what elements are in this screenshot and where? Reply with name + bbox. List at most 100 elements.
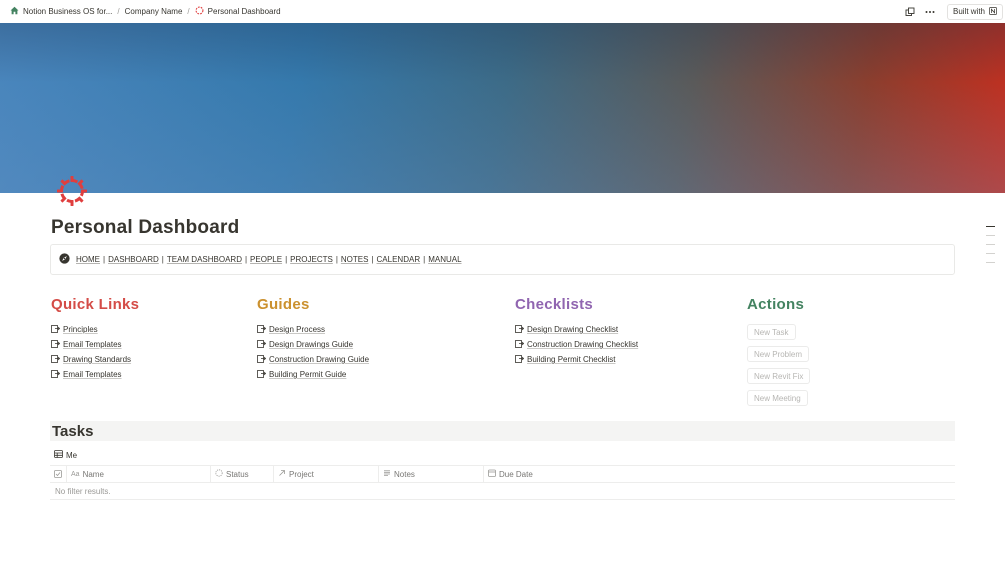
page-link-icon <box>257 324 267 335</box>
toc-line[interactable] <box>986 262 995 263</box>
page-link-icon <box>51 339 61 350</box>
checklist-link-construction-drawing[interactable]: Construction Drawing Checklist <box>515 337 638 352</box>
actions-section: Actions New Task New Problem New Revit F… <box>747 296 811 410</box>
link-label: Design Drawings Guide <box>269 340 354 349</box>
breadcrumb-item-workspace[interactable]: Notion Business OS for... <box>10 6 112 17</box>
home-icon <box>10 6 19 17</box>
breadcrumb-item-current[interactable]: Personal Dashboard <box>195 6 281 17</box>
breadcrumb-item-company[interactable]: Company Name <box>125 7 183 16</box>
column-header-due-date[interactable]: Due Date <box>484 466 594 482</box>
tasks-heading: Tasks <box>52 423 94 440</box>
nav-separator: | <box>161 255 164 264</box>
empty-results-text: No filter results. <box>55 487 111 496</box>
page-link-icon <box>515 339 525 350</box>
guide-link-design-process[interactable]: Design Process <box>257 322 369 337</box>
duplicate-icon[interactable] <box>902 4 918 20</box>
compass-icon <box>59 251 70 269</box>
nav-separator: | <box>285 255 288 264</box>
column-label: Name <box>82 469 104 479</box>
nav-link-team-dashboard[interactable]: TEAM DASHBOARD <box>167 255 242 264</box>
link-label: Building Permit Checklist <box>527 355 616 364</box>
link-label: Construction Drawing Guide <box>269 355 370 364</box>
toc-line[interactable] <box>986 235 995 236</box>
column-label: Notes <box>394 469 415 479</box>
column-header-name[interactable]: Aa Name <box>67 466 211 482</box>
status-property-icon <box>215 469 223 479</box>
page-link-icon <box>51 369 61 380</box>
link-label: Drawing Standards <box>63 355 132 364</box>
loading-icon <box>56 175 88 207</box>
table-view-icon <box>54 450 63 460</box>
loading-icon <box>195 6 204 17</box>
toc-line[interactable] <box>986 253 995 254</box>
link-label: Design Process <box>269 325 326 334</box>
nav-link-calendar[interactable]: CALENDAR <box>377 255 421 264</box>
quick-link-email-templates[interactable]: Email Templates <box>51 337 139 352</box>
nav-link-people[interactable]: PEOPLE <box>250 255 282 264</box>
quick-link-drawing-standards[interactable]: Drawing Standards <box>51 352 139 367</box>
cover-image <box>0 23 1005 193</box>
guide-link-construction-drawing[interactable]: Construction Drawing Guide <box>257 352 369 367</box>
nav-separator: | <box>335 255 338 264</box>
text-property-icon: Aa <box>71 470 80 478</box>
quick-links-heading: Quick Links <box>51 296 140 313</box>
new-meeting-button[interactable]: New Meeting <box>747 390 808 406</box>
new-revit-fix-button[interactable]: New Revit Fix <box>747 368 811 384</box>
more-icon[interactable] <box>922 4 938 20</box>
page-link-icon <box>257 354 267 365</box>
select-all-checkbox[interactable] <box>50 466 67 482</box>
toc-line[interactable] <box>986 244 995 245</box>
checklists-heading: Checklists <box>515 296 594 313</box>
toc-line[interactable] <box>986 226 995 227</box>
link-label: Building Permit Guide <box>269 370 347 379</box>
new-problem-button[interactable]: New Problem <box>747 346 810 362</box>
calendar-icon <box>488 469 496 479</box>
topbar: Notion Business OS for... / Company Name… <box>0 0 1005 23</box>
column-label: Due Date <box>499 469 533 479</box>
nav-separator: | <box>244 255 248 264</box>
link-label: Construction Drawing Checklist <box>527 340 639 349</box>
view-tab-me[interactable]: Me <box>54 450 77 460</box>
guides-heading: Guides <box>257 296 310 313</box>
built-with-notion-button[interactable]: Built with <box>946 3 1003 20</box>
checklist-link-building-permit[interactable]: Building Permit Checklist <box>515 352 638 367</box>
guide-link-design-drawings[interactable]: Design Drawings Guide <box>257 337 369 352</box>
column-header-status[interactable]: Status <box>211 466 274 482</box>
tasks-header: Tasks <box>50 421 955 441</box>
built-with-label: Built with <box>952 7 985 16</box>
nav-separator: | <box>103 255 106 264</box>
column-label: Project <box>289 469 314 479</box>
nav-link-notes[interactable]: NOTES <box>341 255 369 264</box>
nav-link-home[interactable]: HOME <box>76 255 100 264</box>
tasks-table-header: Aa Name Status Project Notes Due Date <box>50 465 955 483</box>
nav-separator: | <box>371 255 374 264</box>
guide-link-building-permit[interactable]: Building Permit Guide <box>257 367 369 382</box>
quick-link-principles[interactable]: Principles <box>51 322 139 337</box>
breadcrumb-separator: / <box>117 7 120 16</box>
page-title: Personal Dashboard <box>51 217 240 238</box>
notion-logo-icon <box>989 6 997 17</box>
nav-link-manual[interactable]: MANUAL <box>428 255 461 264</box>
page-link-icon <box>51 354 61 365</box>
checklist-link-design-drawing[interactable]: Design Drawing Checklist <box>515 322 638 337</box>
link-label: Principles <box>63 325 98 334</box>
link-label: Email Templates <box>63 370 122 379</box>
text-lines-icon <box>383 469 391 479</box>
breadcrumb-label: Personal Dashboard <box>207 7 281 16</box>
page-link-icon <box>51 324 61 335</box>
navigation-callout: HOME | DASHBOARD | TEAM DASHBOARD | PEOP… <box>50 244 955 275</box>
relation-arrow-icon <box>278 469 286 479</box>
column-header-project[interactable]: Project <box>274 466 379 482</box>
quick-links-section: Quick Links Principles Email Templates D… <box>51 296 139 382</box>
nav-link-projects[interactable]: PROJECTS <box>290 255 333 264</box>
page-link-icon <box>515 354 525 365</box>
column-label: Status <box>226 469 249 479</box>
page-link-icon <box>515 324 525 335</box>
checklists-section: Checklists Design Drawing Checklist Cons… <box>515 296 638 367</box>
quick-link-email-templates-2[interactable]: Email Templates <box>51 367 139 382</box>
actions-heading: Actions <box>747 296 805 313</box>
table-of-contents-rail[interactable] <box>986 226 995 271</box>
nav-link-dashboard[interactable]: DASHBOARD <box>108 255 159 264</box>
column-header-notes[interactable]: Notes <box>379 466 484 482</box>
new-task-button[interactable]: New Task <box>747 324 796 340</box>
